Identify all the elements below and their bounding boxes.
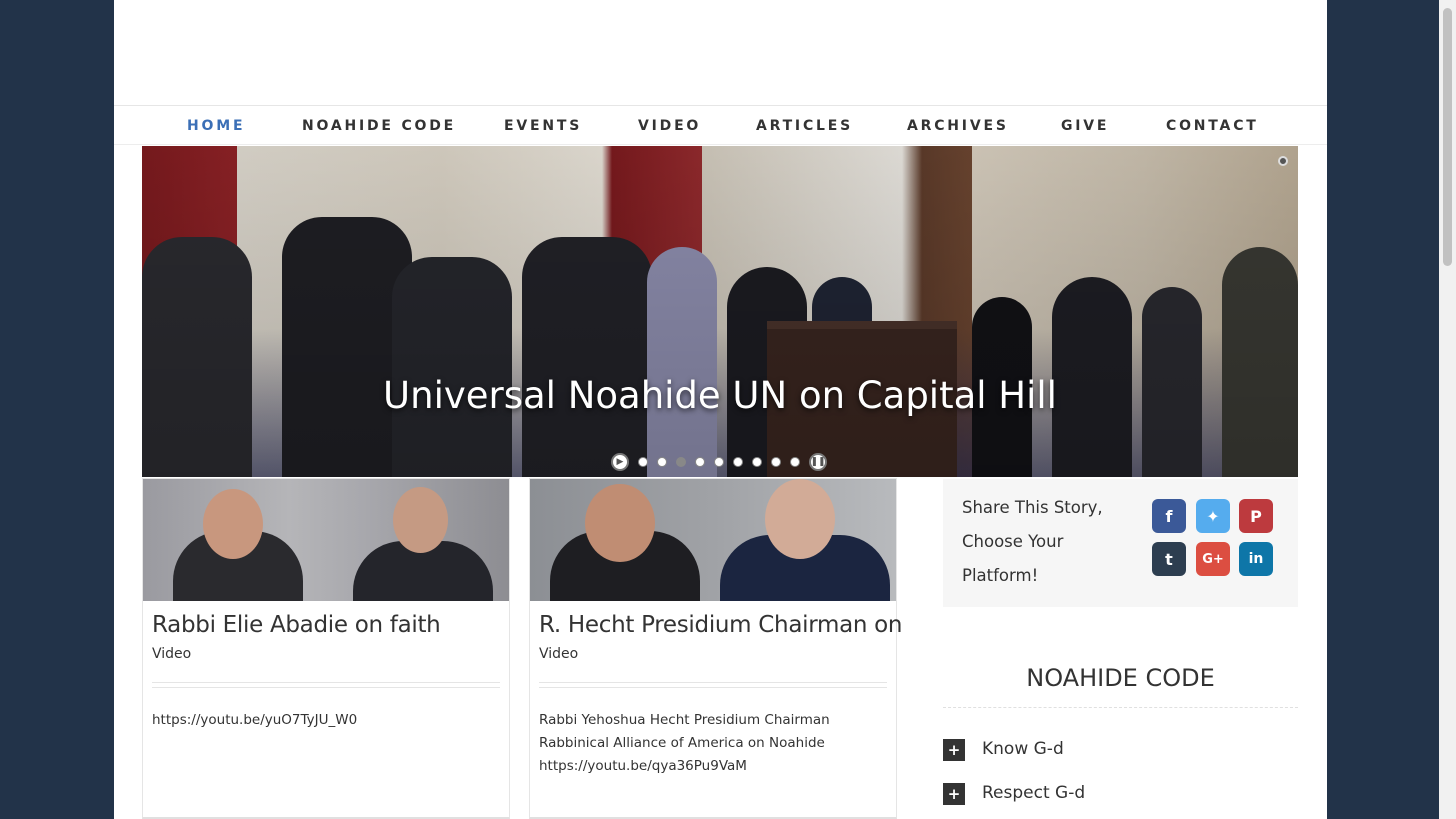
post-excerpt: Rabbi Yehoshua Hecht Presidium Chairman …: [539, 712, 830, 774]
accordion-item[interactable]: + Know G-d: [943, 739, 1298, 763]
slider-dot[interactable]: [695, 457, 705, 467]
nav-item-archives[interactable]: ARCHIVES: [907, 118, 1009, 134]
thumbnail-figure: [585, 484, 655, 562]
post-excerpt: https://youtu.be/yuO7TyJU_W0: [152, 712, 358, 728]
scrollbar-thumb[interactable]: [1443, 8, 1452, 266]
post-card: Rabbi Elie Abadie on faith Video https:/…: [142, 478, 510, 819]
facebook-icon[interactable]: f: [1152, 499, 1186, 533]
tumblr-icon[interactable]: t: [1152, 542, 1186, 576]
accordion-label[interactable]: Know G-d: [982, 739, 1064, 759]
pinterest-icon[interactable]: P: [1239, 499, 1273, 533]
thumbnail-figure: [393, 487, 448, 553]
slide-caption: Universal Noahide UN on Capital Hill: [383, 374, 1057, 417]
nav-item-home[interactable]: HOME: [187, 118, 245, 134]
accordion-item[interactable]: + Respect G-d: [943, 783, 1298, 807]
thumbnail-figure: [203, 489, 263, 559]
linkedin-icon[interactable]: in: [1239, 542, 1273, 576]
plus-icon[interactable]: +: [943, 783, 965, 805]
play-icon[interactable]: ▶: [611, 453, 629, 471]
pause-icon[interactable]: ❚❚: [809, 453, 827, 471]
post-card: R. Hecht Presidium Chairman on Video Rab…: [529, 478, 903, 819]
post-thumbnail[interactable]: [530, 479, 896, 601]
slider-dot-current[interactable]: [676, 457, 686, 467]
widget-divider: [943, 707, 1298, 708]
scrollbar[interactable]: [1439, 0, 1456, 819]
header: [114, 0, 1327, 106]
google-plus-icon[interactable]: G+: [1196, 542, 1230, 576]
post-divider: [539, 682, 887, 688]
main-nav: HOME NOAHIDE CODE EVENTS VIDEO ARTICLES …: [114, 107, 1327, 145]
twitter-icon[interactable]: ✦: [1196, 499, 1230, 533]
plus-icon[interactable]: +: [943, 739, 965, 761]
post-divider: [152, 682, 500, 688]
nav-item-events[interactable]: EVENTS: [504, 118, 582, 134]
post-category[interactable]: Video: [152, 646, 191, 662]
accordion-label[interactable]: Respect G-d: [982, 783, 1085, 803]
slider-dot[interactable]: [657, 457, 667, 467]
page-container: HOME NOAHIDE CODE EVENTS VIDEO ARTICLES …: [114, 0, 1327, 819]
slider-dot[interactable]: [771, 457, 781, 467]
slider-indicator: [1278, 156, 1288, 166]
slider-dot[interactable]: [733, 457, 743, 467]
thumbnail-figure: [765, 479, 835, 559]
share-heading: Share This Story, Choose Your Platform!: [962, 498, 1103, 585]
nav-item-noahide-code[interactable]: NOAHIDE CODE: [302, 118, 456, 134]
widget-title: NOAHIDE CODE: [1026, 664, 1215, 692]
hero-slider[interactable]: Universal Noahide UN on Capital Hill ▶ ❚…: [142, 146, 1298, 477]
nav-item-articles[interactable]: ARTICLES: [756, 118, 853, 134]
slide-overlay: [142, 146, 1298, 477]
nav-item-video[interactable]: VIDEO: [638, 118, 701, 134]
post-thumbnail[interactable]: [143, 479, 509, 601]
post-title[interactable]: Rabbi Elie Abadie on faith: [152, 612, 441, 638]
nav-item-contact[interactable]: CONTACT: [1166, 118, 1259, 134]
slider-dot[interactable]: [714, 457, 724, 467]
slider-dot[interactable]: [638, 457, 648, 467]
slider-dot[interactable]: [790, 457, 800, 467]
slider-dot[interactable]: [752, 457, 762, 467]
share-box: Share This Story, Choose Your Platform! …: [943, 479, 1298, 607]
nav-item-give[interactable]: GIVE: [1061, 118, 1109, 134]
post-title[interactable]: R. Hecht Presidium Chairman on: [539, 612, 903, 638]
slider-controls: ▶ ❚❚: [611, 453, 827, 471]
post-category[interactable]: Video: [539, 646, 578, 662]
